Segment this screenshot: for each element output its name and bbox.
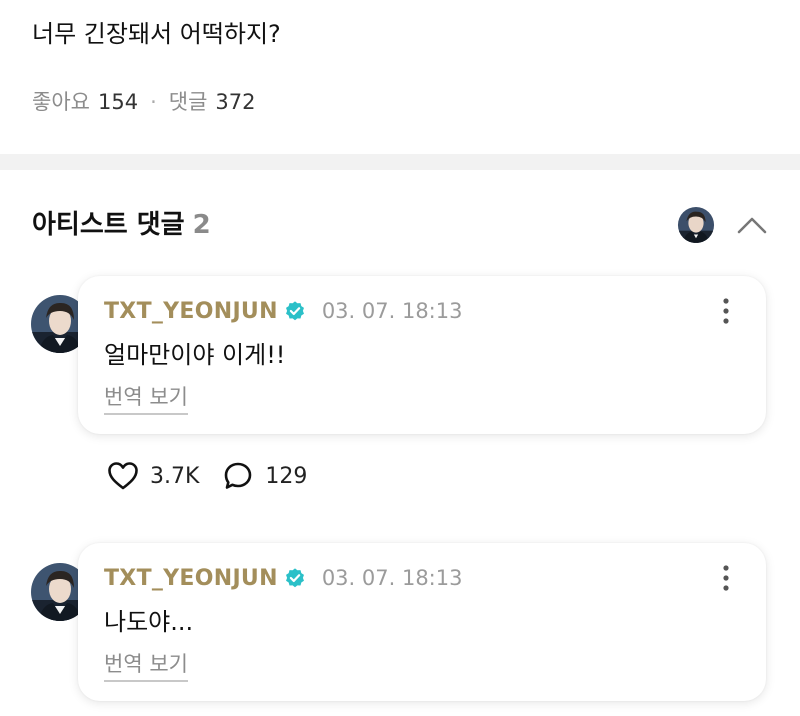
reply-count: 129 — [265, 463, 308, 489]
comment-author[interactable]: TXT_YEONJUN — [104, 566, 278, 591]
more-vertical-icon — [723, 565, 729, 591]
more-vertical-icon — [723, 298, 729, 324]
comment-date: 03. 07. 18:13 — [321, 299, 463, 323]
comment-author[interactable]: TXT_YEONJUN — [104, 299, 278, 324]
more-options-button[interactable] — [716, 563, 736, 593]
comment-date: 03. 07. 18:13 — [321, 566, 463, 590]
likes-label: 좋아요 — [32, 90, 90, 114]
verified-badge-icon — [285, 301, 304, 321]
likes-count: 154 — [97, 90, 139, 114]
comment-bubble: TXT_YEONJUN 03. 07. 18:13 얼마만이야 이게!! 번역 … — [78, 276, 766, 434]
comment-actions: 3.7K 129 — [106, 456, 329, 496]
like-button[interactable] — [106, 459, 140, 493]
like-count: 3.7K — [150, 463, 200, 489]
section-divider — [0, 154, 800, 170]
artist-comments-count: 2 — [192, 210, 211, 240]
comment-meta: TXT_YEONJUN 03. 07. 18:13 — [104, 561, 462, 595]
artist-comments-header: 아티스트 댓글 2 — [32, 205, 211, 245]
verified-badge-icon — [285, 568, 304, 588]
more-options-button[interactable] — [716, 296, 736, 326]
comments-count: 372 — [215, 90, 256, 114]
comment-meta: TXT_YEONJUN 03. 07. 18:13 — [104, 294, 462, 328]
reply-button[interactable] — [221, 459, 255, 493]
artist-avatar[interactable] — [677, 206, 715, 244]
translate-link[interactable]: 번역 보기 — [104, 382, 188, 415]
comment-text: 나도야... — [104, 608, 194, 636]
comments-label: 댓글 — [168, 90, 208, 114]
separator-dot: · — [150, 90, 157, 114]
chevron-up-icon — [737, 217, 767, 234]
comment-bubble: TXT_YEONJUN 03. 07. 18:13 나도야... 번역 보기 — [78, 543, 766, 701]
heart-icon — [108, 462, 138, 490]
artist-comments-title: 아티스트 댓글 — [32, 210, 185, 240]
translate-link[interactable]: 번역 보기 — [104, 649, 188, 682]
speech-bubble-icon — [225, 462, 252, 489]
post-text: 너무 긴장돼서 어떡하지? — [32, 20, 281, 48]
comment-text: 얼마만이야 이게!! — [104, 341, 286, 369]
collapse-button[interactable] — [732, 205, 772, 245]
post-stats: 좋아요 154 · 댓글 372 — [32, 86, 255, 118]
